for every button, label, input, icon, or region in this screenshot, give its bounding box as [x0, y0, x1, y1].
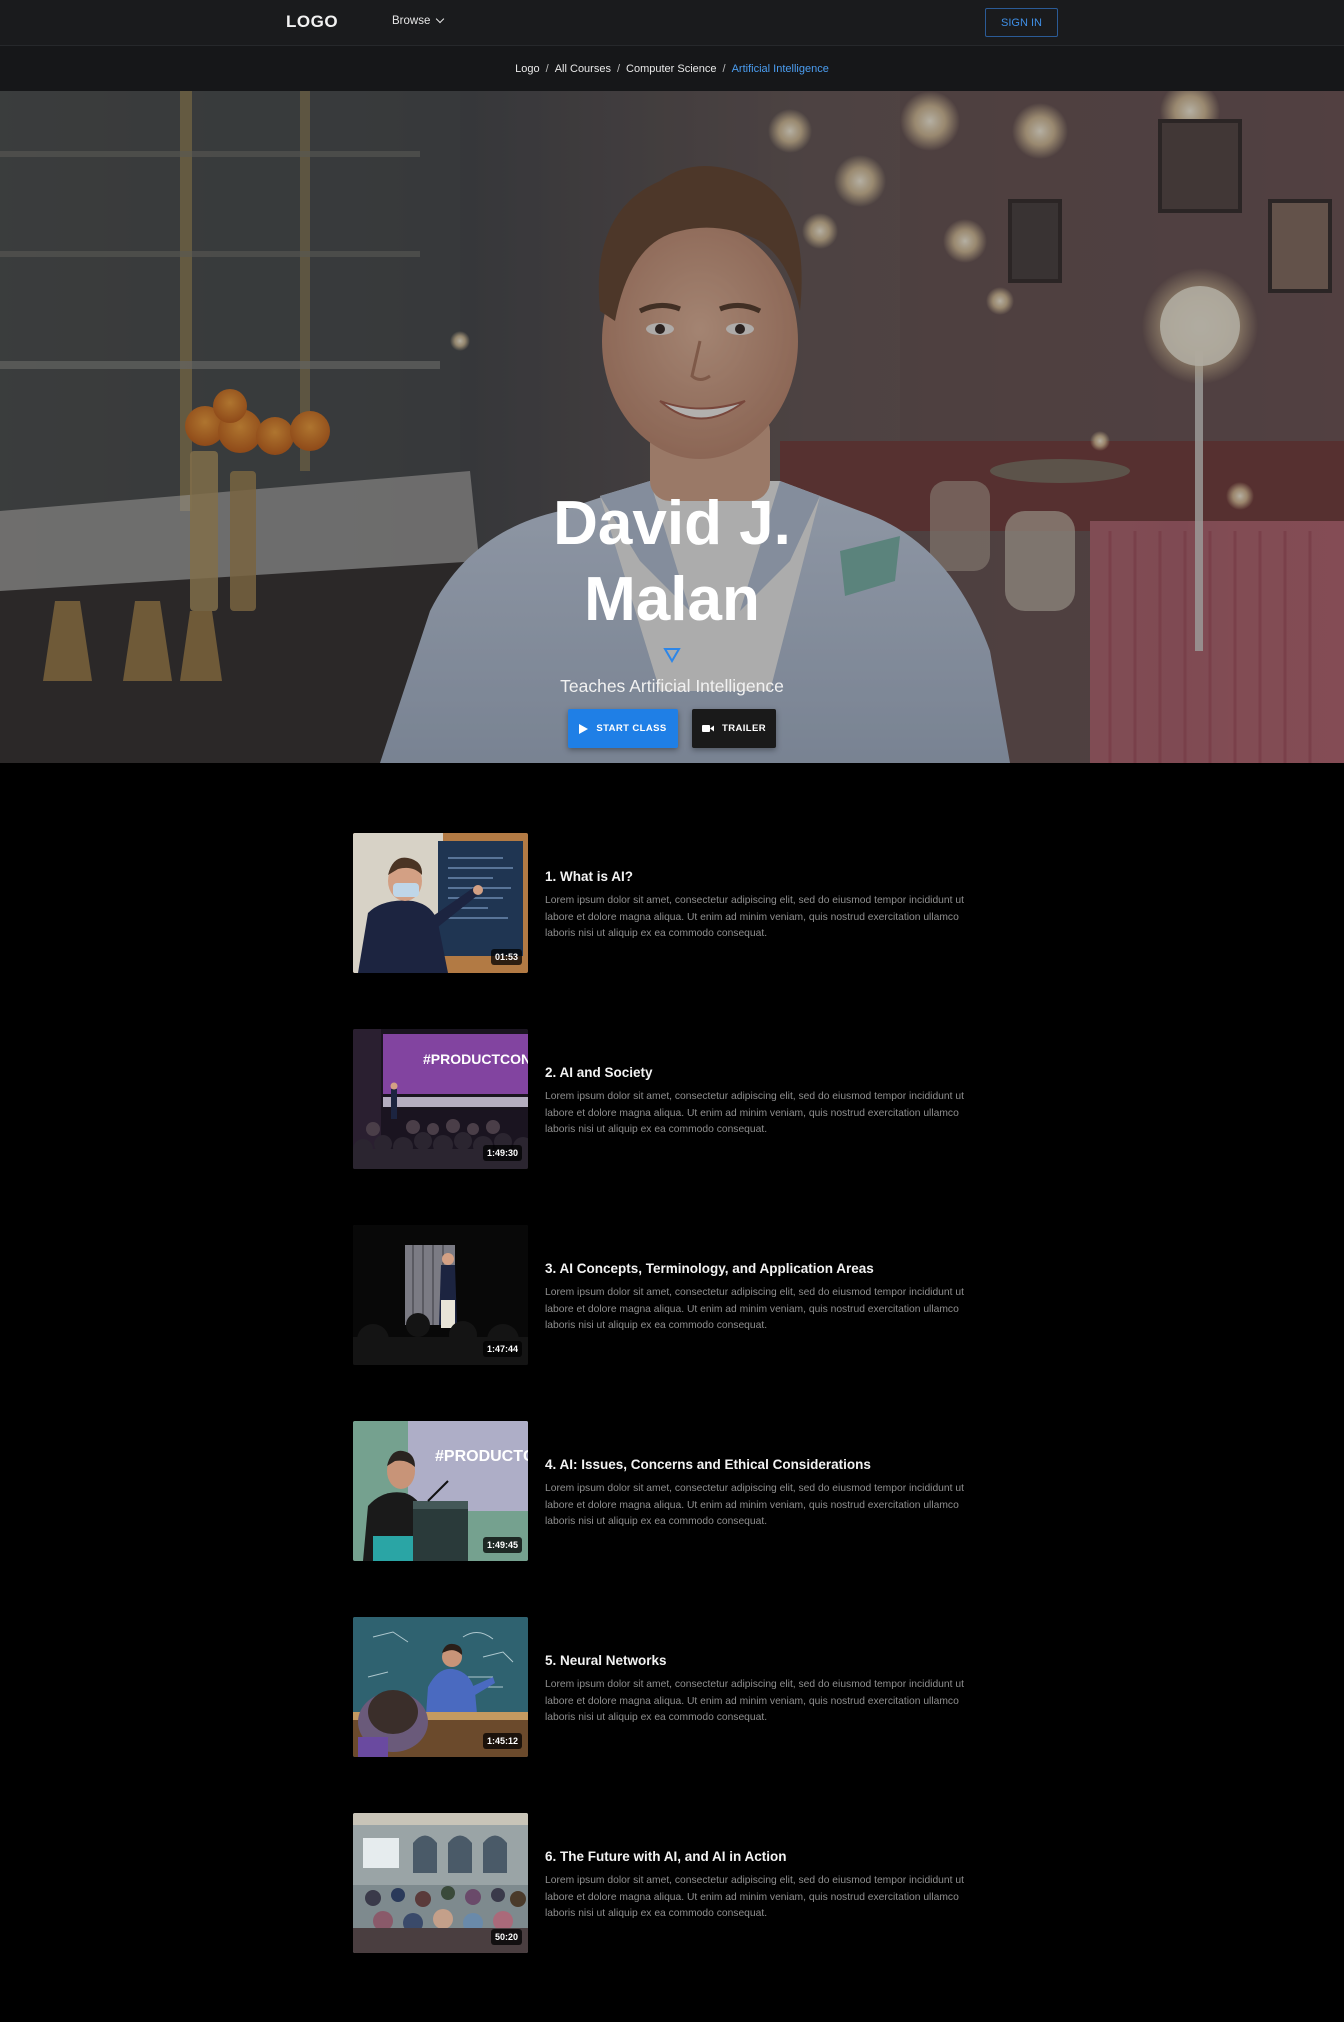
lesson-item[interactable]: 01:53 1. What is AI? Lorem ipsum dolor s… — [353, 833, 993, 973]
lesson-duration: 01:53 — [490, 949, 522, 965]
hero-subtitle: Teaches Artificial Intelligence — [560, 676, 784, 696]
video-camera-icon — [702, 725, 715, 732]
lesson-item[interactable]: #PRODUCTCON 1:49:30 2. AI and Society Lo… — [353, 1029, 993, 1169]
lesson-thumbnail[interactable]: #PRODUCTCON 1:49:45 — [353, 1421, 528, 1561]
lesson-item[interactable]: 50:20 6. The Future with AI, and AI in A… — [353, 1813, 993, 1953]
lesson-title[interactable]: 6. The Future with AI, and AI in Action — [545, 1849, 787, 1864]
lesson-description: Lorem ipsum dolor sit amet, consectetur … — [545, 1483, 964, 1527]
lesson-description: Lorem ipsum dolor sit amet, consectetur … — [545, 1091, 964, 1135]
breadcrumb-computer-science[interactable]: Computer Science — [626, 63, 717, 75]
lesson-duration: 1:47:44 — [482, 1341, 522, 1357]
lesson-title[interactable]: 1. What is AI? — [545, 869, 633, 884]
lesson-title[interactable]: 2. AI and Society — [545, 1065, 653, 1080]
screen-text: #PRODUCTCON — [435, 1448, 528, 1465]
hero-banner: David J. Malan Teaches Artificial Intell… — [0, 91, 1344, 763]
lesson-thumbnail[interactable]: #PRODUCTCON 1:49:30 — [353, 1029, 528, 1169]
lesson-title[interactable]: 5. Neural Networks — [545, 1653, 667, 1668]
start-class-button[interactable]: START CLASS — [568, 709, 678, 748]
browse-menu[interactable]: Browse — [392, 14, 445, 27]
lesson-title[interactable]: 3. AI Concepts, Terminology, and Applica… — [545, 1261, 874, 1276]
lesson-thumbnail[interactable]: 01:53 — [353, 833, 528, 973]
lesson-item[interactable]: #PRODUCTCON 1:49:45 4. AI: Issues, Conce… — [353, 1421, 993, 1561]
lesson-duration: 1:49:30 — [482, 1145, 522, 1161]
sign-in-button[interactable]: SIGN IN — [985, 8, 1058, 37]
lesson-duration: 1:45:12 — [482, 1733, 522, 1749]
lesson-description: Lorem ipsum dolor sit amet, consectetur … — [545, 895, 964, 939]
triangle-down-icon — [663, 648, 681, 663]
breadcrumb: Logo / All Courses / Computer Science / … — [0, 46, 1344, 91]
browse-label: Browse — [392, 15, 431, 27]
lesson-duration: 1:49:45 — [482, 1537, 522, 1553]
lesson-description: Lorem ipsum dolor sit amet, consectetur … — [545, 1679, 964, 1723]
lesson-thumbnail[interactable]: 50:20 — [353, 1813, 528, 1953]
lesson-title[interactable]: 4. AI: Issues, Concerns and Ethical Cons… — [545, 1457, 871, 1472]
trailer-button[interactable]: TRAILER — [692, 709, 776, 748]
logo[interactable]: LOGO — [286, 12, 338, 32]
lesson-description: Lorem ipsum dolor sit amet, consectetur … — [545, 1875, 964, 1919]
lesson-duration: 50:20 — [490, 1929, 522, 1945]
screen-text: #PRODUCTCON — [423, 1051, 528, 1067]
lesson-thumbnail[interactable]: 1:45:12 — [353, 1617, 528, 1757]
breadcrumb-all-courses[interactable]: All Courses — [555, 63, 611, 75]
chevron-down-icon — [436, 14, 445, 24]
lesson-item[interactable]: 1:47:44 3. AI Concepts, Terminology, and… — [353, 1225, 993, 1365]
breadcrumb-separator: / — [722, 62, 726, 75]
lesson-item[interactable]: 1:45:12 5. Neural Networks Lorem ipsum d… — [353, 1617, 993, 1757]
breadcrumb-separator: / — [616, 62, 621, 75]
breadcrumb-artificial-intelligence[interactable]: Artificial Intelligence — [732, 63, 829, 75]
breadcrumb-logo[interactable]: Logo — [515, 63, 539, 75]
play-icon — [579, 723, 589, 734]
top-nav: LOGO Browse SIGN IN — [0, 0, 1344, 46]
lesson-description: Lorem ipsum dolor sit amet, consectetur … — [545, 1287, 964, 1331]
instructor-name-line2: Malan — [584, 565, 760, 634]
start-class-label: START CLASS — [596, 723, 667, 734]
lesson-thumbnail[interactable]: 1:47:44 — [353, 1225, 528, 1365]
trailer-label: TRAILER — [722, 723, 766, 734]
instructor-name-line1: David J. — [553, 489, 791, 558]
breadcrumb-separator: / — [545, 62, 549, 75]
